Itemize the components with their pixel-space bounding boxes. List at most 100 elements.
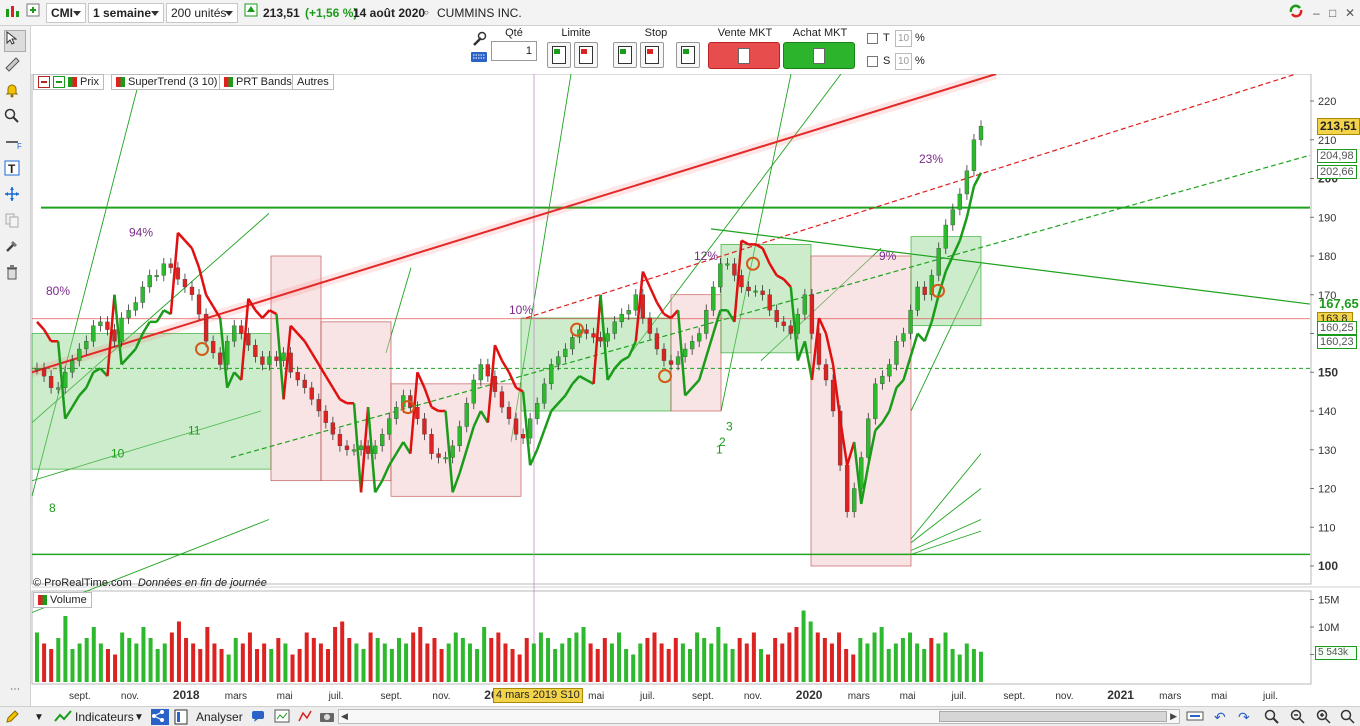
scrollbar-thumb[interactable] [939,711,1167,722]
units-selector[interactable]: 200 unités [166,3,238,23]
candle [915,286,920,311]
y-tick-label: 190 [1318,212,1336,224]
volume-bar [276,638,281,682]
horizontal-line-icon[interactable]: F [4,134,26,156]
undo-icon[interactable]: ↶ [1214,709,1226,725]
horizontal-scrollbar[interactable]: ◀ ▶ [338,709,1180,724]
volume-bar [581,627,586,682]
candle [394,406,399,419]
chart-area[interactable]: 80%94%10%12%9%23%81011321 22021020019018… [31,74,1360,706]
dropdown-caret-icon[interactable]: ▼ [34,709,44,725]
volume-bar [226,654,231,682]
period-selector[interactable]: 1 semaine [88,3,164,23]
text-tool-icon[interactable]: T [4,160,26,182]
volume-bar [382,643,387,682]
candle [478,364,483,381]
candle [591,333,596,338]
limit-buy-icon[interactable] [547,42,571,68]
candle [253,344,258,357]
volume-bar [361,649,366,682]
volume-bar [766,654,771,682]
radio-icon[interactable]: ○ [424,8,429,17]
volume-bar [609,643,614,682]
candle [239,325,244,334]
price-chart[interactable]: 80%94%10%12%9%23%81011321 22021020019018… [31,74,1360,706]
s-checkbox[interactable] [867,56,878,67]
legend-bands-box[interactable]: PRT Bands [219,74,297,90]
volume-bar [687,649,692,682]
ruler-icon[interactable] [4,56,26,78]
volume-bar [63,616,68,682]
move-icon[interactable] [4,186,26,208]
candle [34,368,40,371]
buy-doc-icon [813,47,825,64]
qty-label: Qté [505,27,523,39]
last-price-tag: 213,51 [1317,118,1360,135]
scroll-right-icon[interactable]: ▶ [1170,711,1177,722]
legend-supertrend-box[interactable]: SuperTrend (3 10) [111,74,223,90]
band-mid-text: 202,66 [1320,166,1354,178]
candle [697,333,702,342]
buy-market-button[interactable] [783,42,855,69]
candle [105,321,110,330]
share-icon[interactable] [151,709,169,725]
link-icon[interactable] [1288,3,1306,23]
candle [91,325,96,342]
stop-limit-buy-icon[interactable] [676,42,700,68]
s-percent-input[interactable]: 10 [895,53,912,70]
volume-bar [113,654,118,682]
chart-icon[interactable] [4,3,24,23]
redo-icon[interactable]: ↷ [1238,709,1250,725]
more-icon[interactable]: ⋯ [4,678,26,700]
keyboard-icon[interactable] [470,50,490,66]
legend-autres: Autres [297,76,329,88]
candle [520,434,526,439]
stop-label: Stop [644,27,668,39]
volume-bar [269,649,274,682]
add-icon[interactable] [26,3,44,23]
indicators-caret-icon[interactable]: ▼ [134,709,144,725]
t-checkbox[interactable] [867,33,878,44]
candle [732,263,737,276]
legend-prix[interactable]: Prix [80,76,99,88]
candle [704,310,709,334]
zoom-icon[interactable] [4,108,26,130]
alert-bell-icon[interactable] [4,82,26,104]
watermark: © ProRealTime.com Données en fin de jour… [33,577,267,589]
legend-add-icon[interactable] [53,76,65,88]
scroll-left-icon[interactable]: ◀ [341,711,348,722]
volume-bar [702,638,707,682]
crosshair-date-label: 4 mars 2019 S10 [493,688,583,703]
candle [908,310,913,334]
qty-input[interactable]: 1 [491,41,537,61]
order-bar: Qté 1 Limite Stop Vente MKT Achat MKT T … [31,26,1360,74]
candle [809,294,815,334]
maximize-button[interactable]: □ [1329,6,1336,20]
stop-sell-icon[interactable] [640,42,664,68]
t-percent-input[interactable]: 10 [895,30,912,47]
sell-market-button[interactable] [708,42,780,69]
candle [218,352,223,365]
candle [415,406,420,419]
candle [450,445,455,458]
legend-volume-box[interactable]: Volume [33,592,92,608]
candle [894,341,899,365]
wrench-icon[interactable] [470,30,490,48]
close-button[interactable]: ✕ [1345,6,1355,20]
trash-icon[interactable] [4,264,26,286]
candle [668,360,674,365]
minimize-button[interactable]: – [1313,6,1320,20]
legend-remove-icon[interactable] [38,76,50,88]
volume-bar [560,643,565,682]
cursor-icon[interactable] [4,30,26,52]
analyser-button[interactable]: Analyser [196,709,243,725]
legend-autres-box[interactable]: Autres [292,74,334,90]
tools-icon[interactable] [4,238,26,260]
t-percent-value: 10 [897,33,910,44]
stop-buy-icon[interactable] [613,42,637,68]
limit-sell-icon[interactable] [574,42,598,68]
candle [661,348,667,361]
copy-icon[interactable] [4,212,26,234]
symbol-selector[interactable]: CMI [46,3,86,23]
indicators-button[interactable]: Indicateurs [75,709,134,725]
